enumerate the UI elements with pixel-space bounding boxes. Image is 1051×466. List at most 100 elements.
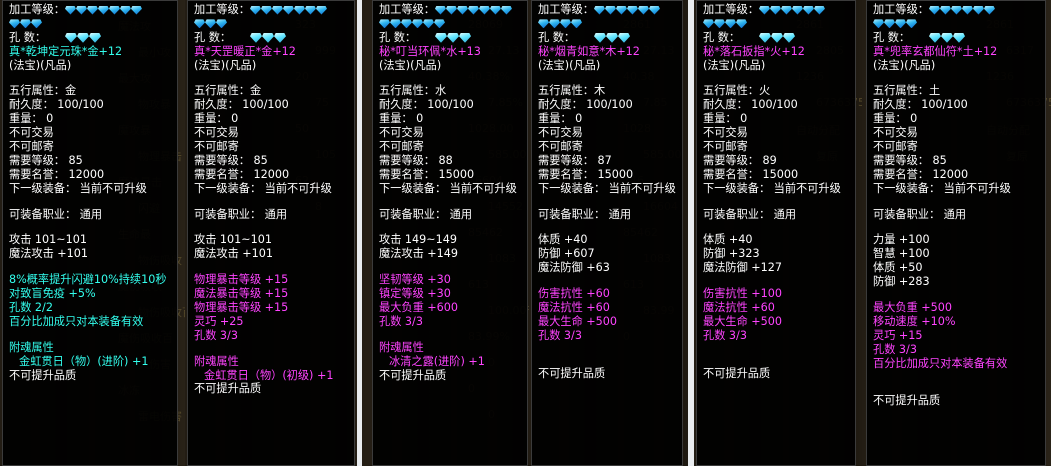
base-stat: 攻击 101~101 bbox=[9, 233, 88, 247]
diamond-icon bbox=[434, 19, 445, 29]
diamond-icon bbox=[538, 19, 549, 29]
no-quality-upgrade: 不可提升品质 bbox=[873, 394, 941, 408]
diamond-icon bbox=[205, 19, 216, 29]
hole-gem-icon bbox=[77, 32, 89, 43]
required-fame: 需要名誉： 12000 bbox=[194, 167, 290, 181]
diamond-icon bbox=[64, 5, 76, 15]
hole-gem-icon bbox=[89, 32, 101, 43]
durability: 耐久度： 100/100 bbox=[194, 98, 289, 112]
bonus-stat: 伤害抗性 +100 bbox=[703, 287, 783, 301]
diamond-icon bbox=[293, 5, 305, 15]
bonus-stat: 最大生命 +500 bbox=[703, 314, 783, 328]
no-mail-flag: 不可邮寄 bbox=[379, 140, 424, 154]
diamond-icon bbox=[884, 19, 895, 29]
base-stat: 防御 +283 bbox=[873, 275, 930, 289]
base-stat: 攻击 149~149 bbox=[379, 233, 458, 247]
hole-gem-icon bbox=[459, 32, 471, 43]
diamond-icon bbox=[97, 5, 109, 15]
item-tooltip-panel: 2861631712366736375自动分配复原加工等级：孔 数：真*兜率玄都… bbox=[862, 0, 1051, 466]
no-quality-upgrade: 不可提升品质 bbox=[9, 368, 77, 382]
diamond-icon bbox=[423, 19, 434, 29]
no-trade-flag: 不可交易 bbox=[9, 126, 54, 140]
diamond-icon bbox=[130, 5, 142, 15]
diamond-icon bbox=[478, 5, 490, 15]
bonus-stat: 伤害抗性 +60 bbox=[538, 287, 610, 301]
diamond-icon bbox=[983, 5, 995, 15]
diamond-icon bbox=[725, 19, 736, 29]
tooltip: 加工等级： 孔 数： 真*乾坤定元珠*金+12 (法宝)(凡品) 五行属性：金 耐久度： … bbox=[2, 0, 178, 466]
diamond-icon bbox=[500, 5, 512, 15]
diamond-icon bbox=[390, 19, 401, 29]
diamond-icon bbox=[271, 5, 283, 15]
bonus-stat: 孔数 3/3 bbox=[873, 342, 917, 356]
processing-level-row: 加工等级： bbox=[194, 3, 350, 17]
diamond-icon bbox=[593, 5, 605, 15]
item-type: (法宝)(凡品) bbox=[194, 58, 257, 72]
diamond-icon bbox=[571, 19, 582, 29]
bonus-stat: 孔数 3/3 bbox=[538, 328, 582, 342]
item-type: (法宝)(凡品) bbox=[538, 58, 601, 72]
diamond-icon bbox=[895, 19, 906, 29]
element-attribute: 五行属性：土 bbox=[873, 84, 941, 98]
diamond-icon bbox=[401, 19, 412, 29]
level-gems bbox=[64, 3, 142, 17]
item-tooltip-panel: 魔法攻最小攻最大攻物攻暴魔攻暴物理暴击魔法暴击闪避生命最物伤吸收魔伤吸收物伤吸收… bbox=[0, 0, 185, 466]
base-stat: 攻击 101~101 bbox=[194, 233, 273, 247]
bonus-stat: 最大生命 +500 bbox=[538, 314, 618, 328]
base-stat: 魔法防御 +63 bbox=[538, 261, 610, 275]
no-quality-upgrade: 不可提升品质 bbox=[538, 366, 606, 380]
processing-level-row: 加工等级： bbox=[379, 3, 523, 17]
processing-level-row: 加工等级： bbox=[9, 3, 173, 17]
base-stat: 智慧 +100 bbox=[873, 247, 930, 261]
diamond-icon bbox=[637, 5, 649, 15]
diamond-icon bbox=[714, 19, 725, 29]
diamond-icon bbox=[813, 5, 825, 15]
soul-attribute-title: 附魂属性 bbox=[379, 340, 424, 354]
diamond-icon bbox=[560, 19, 571, 29]
tooltip: 加工等级： 孔 数： 秘*叮当环佩*水+13 (法宝)(凡品) 五行属性：水 耐久度： 1… bbox=[372, 0, 528, 466]
equippable-class: 可装备职业： 通用 bbox=[873, 207, 967, 221]
diamond-icon bbox=[260, 5, 272, 15]
base-stat: 魔法攻击 +101 bbox=[194, 247, 274, 261]
next-level-item: 下一级装备： 当前不可升级 bbox=[194, 181, 332, 195]
diamond-icon bbox=[873, 19, 884, 29]
level-gems bbox=[434, 3, 512, 17]
holes-row: 孔 数： bbox=[194, 31, 350, 45]
hole-gem-icon bbox=[783, 32, 795, 43]
diamond-icon bbox=[119, 5, 131, 15]
diamond-icon bbox=[489, 5, 501, 15]
diamond-icon bbox=[20, 19, 31, 29]
item-tooltip-panel: 2861280512366736375自动分配复原加工等级：孔 数：秘*落石扳指… bbox=[694, 0, 862, 466]
diamond-icon bbox=[75, 5, 87, 15]
holes-row: 孔 数： bbox=[538, 31, 678, 45]
durability: 耐久度： 100/100 bbox=[538, 98, 633, 112]
holes-label: 孔 数： bbox=[379, 30, 417, 44]
soul-attribute-value: 金虹贯日（物）(进阶) +1 bbox=[19, 354, 149, 368]
item-name: 真*乾坤定元珠*金+12 bbox=[9, 44, 123, 58]
element-attribute: 五行属性：水 bbox=[379, 84, 447, 98]
equippable-class: 可装备职业： 通用 bbox=[379, 207, 473, 221]
diamond-icon bbox=[549, 19, 560, 29]
processing-level-label: 加工等级： bbox=[194, 3, 250, 16]
base-stat: 魔法攻击 +149 bbox=[379, 247, 459, 261]
durability: 耐久度： 100/100 bbox=[379, 98, 474, 112]
base-stat: 防御 +323 bbox=[703, 247, 760, 261]
diamond-icon bbox=[939, 5, 951, 15]
base-stat: 防御 +607 bbox=[538, 247, 595, 261]
